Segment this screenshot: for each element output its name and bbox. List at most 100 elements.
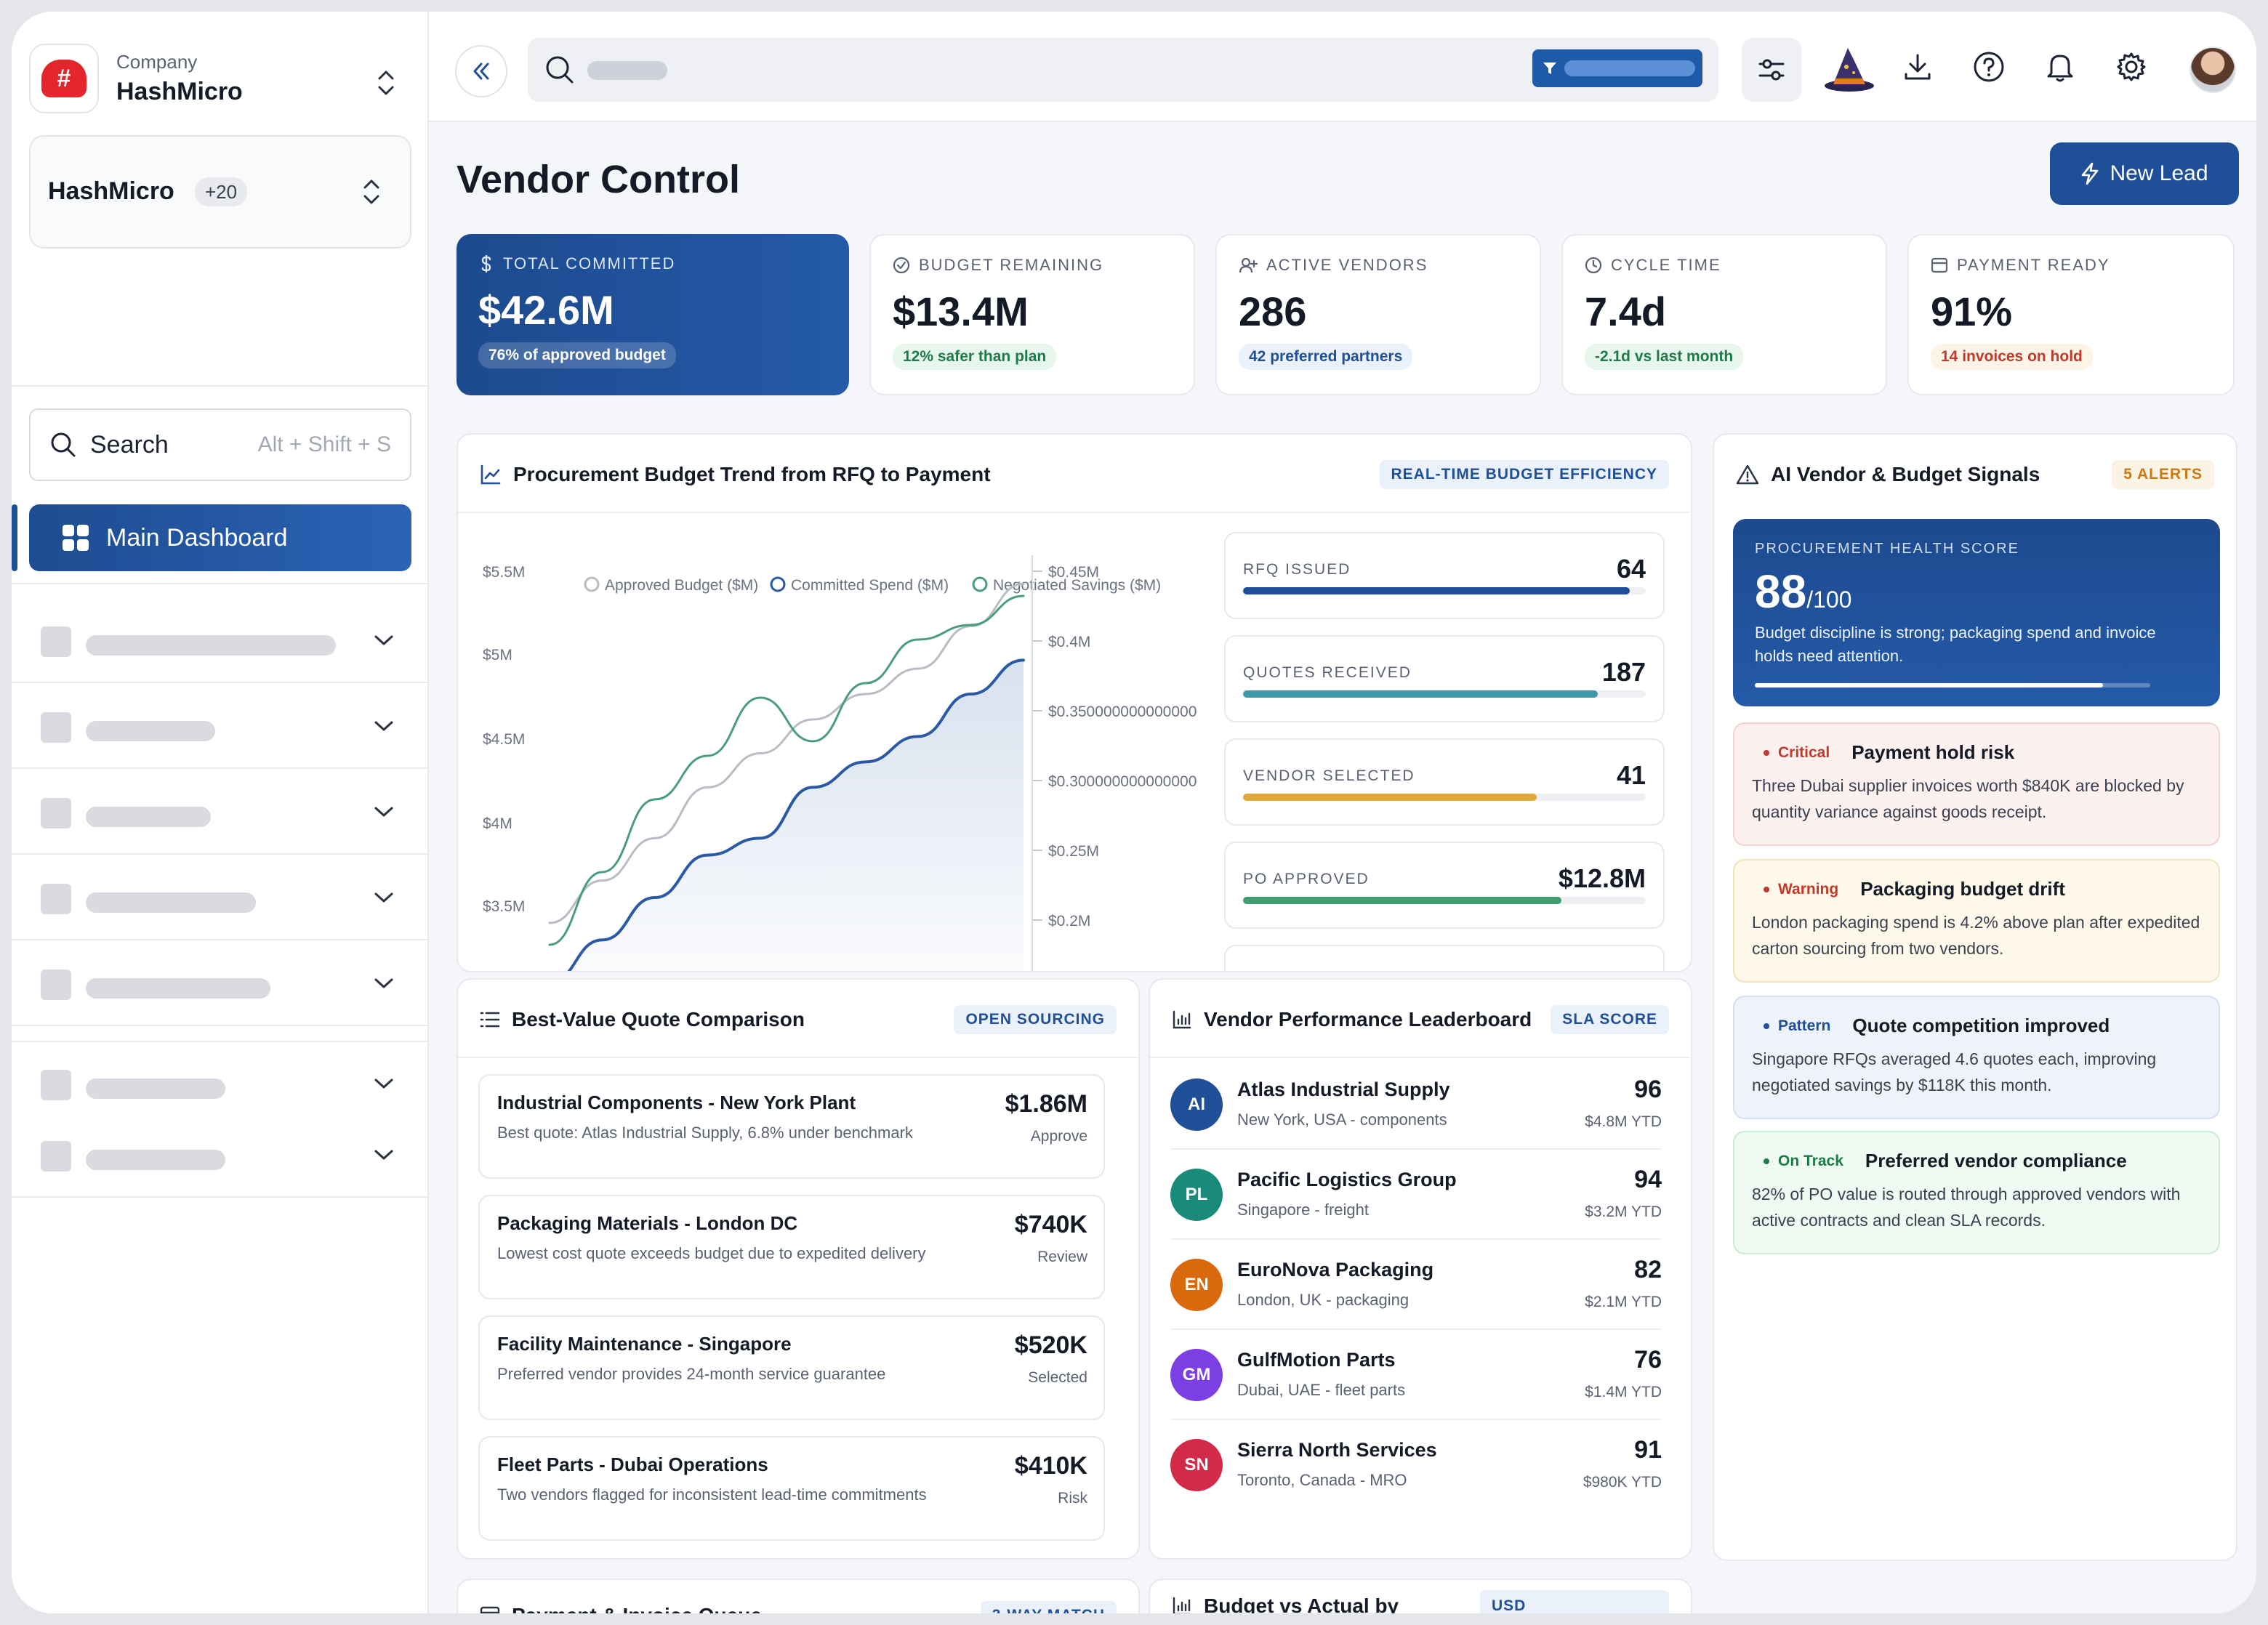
stage-label: QUOTES RECEIVED [1243,664,1412,681]
signal-warning[interactable]: Warning Packaging budget drift London pac… [1733,859,2220,983]
vendor-row[interactable]: SN Sierra North Services Toronto, Canada… [1170,1422,1662,1510]
dashboard-grid-icon [63,525,89,551]
kpi-chip: 76% of approved budget [478,342,676,368]
quote-desc: Preferred vendor provides 24-month servi… [497,1365,886,1383]
sidebar-search[interactable]: Search Alt + Shift + S [29,408,411,481]
adjustments-button[interactable] [1742,38,1801,102]
nav-main-dashboard[interactable]: Main Dashboard [12,504,411,571]
vendor-row[interactable]: GM GulfMotion Parts Dubai, UAE - fleet p… [1170,1331,1662,1420]
vendor-ytd: $980K YTD [1583,1474,1662,1491]
signal-level: Pattern [1752,1017,1830,1035]
kpi-active-vendors[interactable]: ACTIVE VENDORS 286 42 preferred partners [1215,234,1541,395]
bar-chart-icon [1173,1597,1191,1613]
legend-label: Committed Spend ($M) [791,577,949,594]
quote-item[interactable]: Facility Maintenance - Singapore Preferr… [478,1315,1105,1420]
settings-button[interactable] [2114,49,2149,84]
chevron-down-icon [374,721,393,731]
legend-marker [972,576,988,592]
filter-chip[interactable] [1532,49,1702,87]
vendor-ytd: $1.4M YTD [1585,1384,1662,1400]
stage-quotes-received[interactable]: QUOTES RECEIVED 187 [1224,635,1665,722]
quote-item[interactable]: Fleet Parts - Dubai Operations Two vendo… [478,1436,1105,1541]
notifications-button[interactable] [2043,49,2078,84]
quote-item[interactable]: Industrial Components - New York Plant B… [478,1074,1105,1179]
vendor-avatar: AI [1170,1078,1223,1131]
signal-pattern[interactable]: Pattern Quote competition improved Singap… [1733,996,2220,1119]
vendor-name: EuroNova Packaging [1237,1259,1434,1281]
nav-item[interactable] [12,683,429,769]
vendor-name: Sierra North Services [1237,1439,1437,1461]
kpi-chip: -2.1d vs last month [1585,344,1744,370]
workspace-switcher[interactable]: HashMicro +20 [29,135,411,249]
stage-value: 187 [1601,657,1646,687]
page-title: Vendor Control [457,158,740,201]
user-avatar[interactable] [2189,47,2236,93]
stage-po-approved[interactable]: PO APPROVED $12.8M [1224,842,1665,929]
nav-item[interactable] [12,597,429,683]
stage-progress-track [1243,690,1646,698]
health-score-value: 88 [1755,565,1807,618]
quote-amount: $1.86M [1005,1090,1087,1118]
legend-marker [584,576,600,592]
kpi-value: 91% [1931,289,2013,334]
stage-progress-track [1243,587,1646,594]
chevron-down-icon [374,892,393,903]
card-title: Budget vs Actual by [1204,1594,1399,1613]
workspace-name: HashMicro [48,177,174,205]
signal-critical[interactable]: Critical Payment hold risk Three Dubai su… [1733,722,2220,846]
chevron-updown-icon [363,180,379,204]
y-right-tick-label: $0.4M [1048,634,1090,650]
card-tag: 3-WAY MATCH [980,1601,1117,1613]
vendor-location: Dubai, UAE - fleet parts [1237,1381,1406,1399]
stage-progress-fill [1243,897,1561,904]
nav-item[interactable] [12,1112,429,1198]
kpi-label: ACTIVE VENDORS [1266,256,1428,274]
signal-dot [1764,749,1769,756]
nav-item[interactable] [12,769,429,855]
new-lead-button[interactable]: New Lead [2050,142,2239,205]
payment-queue-card: Payment & Invoice Queue 3-WAY MATCH [457,1578,1140,1613]
kpi-total-committed[interactable]: TOTAL COMMITTED $42.6M 76% of approved b… [457,234,849,395]
user-plus-icon [1239,257,1258,273]
kpi-label: BUDGET REMAINING [919,256,1104,274]
nav-item[interactable] [12,940,429,1026]
company-switcher[interactable]: # Company HashMicro [29,41,414,116]
signal-on-track[interactable]: On Track Preferred vendor compliance 82% … [1733,1131,2220,1254]
quote-title: Industrial Components - New York Plant [497,1092,856,1113]
bar-chart-icon [1173,1010,1191,1029]
vendor-row[interactable]: PL Pacific Logistics Group Singapore - f… [1170,1151,1662,1240]
wizard-hat-button[interactable] [1822,41,1877,96]
procurement-health-score[interactable]: PROCUREMENT HEALTH SCORE 88/100 Budget d… [1733,519,2220,706]
stage-next[interactable] [1224,945,1665,971]
nav-item[interactable] [12,855,429,940]
vendor-score: 91 [1634,1436,1662,1464]
card-tag: SLA SCORE [1551,1005,1669,1034]
download-button[interactable] [1900,49,1935,84]
kpi-cycle-time[interactable]: CYCLE TIME 7.4d -2.1d vs last month [1561,234,1887,395]
quote-amount: $740K [1014,1211,1087,1238]
card-title: Procurement Budget Trend from RFQ to Pay… [513,463,991,485]
kpi-budget-remaining[interactable]: BUDGET REMAINING $13.4M 12% safer than p… [869,234,1195,395]
sidebar-divider [12,1041,429,1042]
sliders-icon [1758,59,1785,81]
signal-title: Payment hold risk [1851,741,2015,763]
kpi-payment-ready[interactable]: PAYMENT READY 91% 14 invoices on hold [1907,234,2235,395]
vendor-row[interactable]: EN EuroNova Packaging London, UK - packa… [1170,1241,1662,1330]
app-window: # Company HashMicro HashMicro +20 Search… [12,12,2256,1613]
signal-dot [1764,1158,1769,1164]
vendor-leaderboard-card: Vendor Performance Leaderboard SLA SCORE… [1149,978,1692,1560]
stage-progress-track [1243,897,1646,904]
nav-item-icon [41,1141,71,1172]
collapse-sidebar-button[interactable] [455,45,507,97]
vendor-ytd: $4.8M YTD [1585,1113,1662,1130]
stage-vendor-selected[interactable]: VENDOR SELECTED 41 [1224,738,1665,826]
global-search-input[interactable] [528,38,1718,102]
search-placeholder [587,61,667,80]
signal-dot [1764,886,1769,892]
help-button[interactable] [1971,49,2006,84]
vendor-row[interactable]: AI Atlas Industrial Supply New York, USA… [1170,1061,1662,1150]
stage-rfq-issued[interactable]: RFQ ISSUED 64 [1224,532,1665,619]
kpi-chip: 14 invoices on hold [1931,344,2093,370]
quote-item[interactable]: Packaging Materials - London DC Lowest c… [478,1195,1105,1299]
kpi-label: TOTAL COMMITTED [503,254,676,273]
